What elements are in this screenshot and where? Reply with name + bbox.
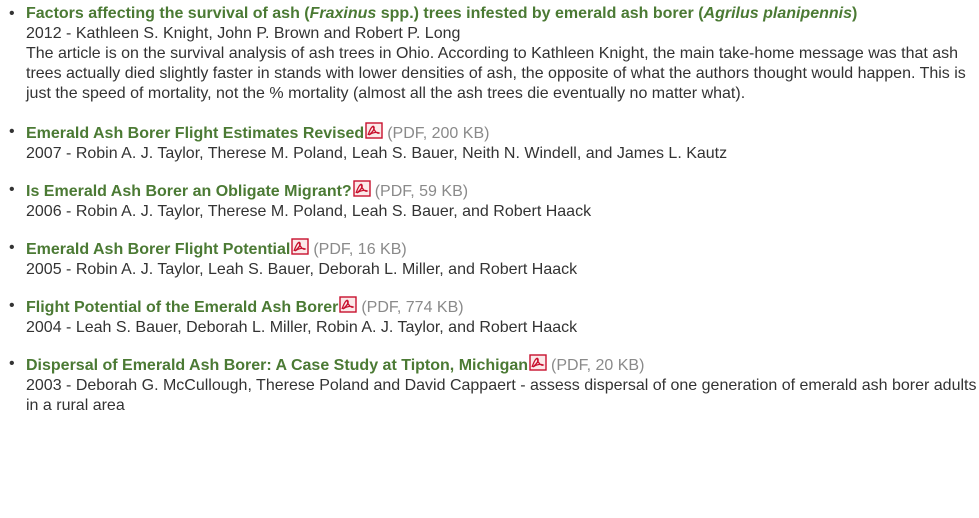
title-text: ) xyxy=(852,5,858,22)
title-italic-text: Agrilus planipennis xyxy=(703,5,852,22)
publication-title-link[interactable]: Emerald Ash Borer Flight Potential xyxy=(26,241,290,258)
pdf-icon[interactable] xyxy=(365,122,383,139)
title-text: spp.) trees infested by emerald ash bore… xyxy=(376,5,704,22)
title-italic-text: Fraxinus xyxy=(309,5,377,22)
publication-byline: 2007 - Robin A. J. Taylor, Therese M. Po… xyxy=(26,145,728,162)
bullet: • xyxy=(9,181,15,198)
publication-byline: 2003 - Deborah G. McCullough, Therese Po… xyxy=(26,377,977,414)
bullet: • xyxy=(9,297,15,314)
publication-list: • Factors affecting the survival of ash … xyxy=(0,4,979,416)
publication-title-link[interactable]: Is Emerald Ash Borer an Obligate Migrant… xyxy=(26,183,352,200)
list-item: • Dispersal of Emerald Ash Borer: A Case… xyxy=(9,354,979,416)
bullet: • xyxy=(9,123,15,140)
file-size-label: (PDF, 774 KB) xyxy=(361,299,464,316)
pdf-icon[interactable] xyxy=(529,354,547,371)
publication-description: The article is on the survival analysis … xyxy=(26,45,966,102)
publication-byline: 2004 - Leah S. Bauer, Deborah L. Miller,… xyxy=(26,319,578,336)
publication-title-row: Flight Potential of the Emerald Ash Bore… xyxy=(26,296,979,318)
publication-title-link[interactable]: Emerald Ash Borer Flight Estimates Revis… xyxy=(26,125,364,142)
list-item: • Emerald Ash Borer Flight Estimates Rev… xyxy=(9,122,979,164)
pdf-icon[interactable] xyxy=(353,180,371,197)
publication-byline: 2005 - Robin A. J. Taylor, Leah S. Bauer… xyxy=(26,261,578,278)
pdf-icon[interactable] xyxy=(291,238,310,255)
file-size-label: (PDF, 20 KB) xyxy=(551,357,645,374)
publication-byline: 2012 - Kathleen S. Knight, John P. Brown… xyxy=(26,25,461,42)
file-size-label: (PDF, 200 KB) xyxy=(387,125,490,142)
publication-title-link[interactable]: Dispersal of Emerald Ash Borer: A Case S… xyxy=(26,357,528,374)
publication-title-row: Dispersal of Emerald Ash Borer: A Case S… xyxy=(26,354,979,376)
list-item: • Is Emerald Ash Borer an Obligate Migra… xyxy=(9,180,979,222)
bullet: • xyxy=(9,5,15,22)
list-item: • Factors affecting the survival of ash … xyxy=(9,4,979,104)
pdf-icon[interactable] xyxy=(339,296,358,313)
bullet: • xyxy=(9,355,15,372)
publication-title-row: Emerald Ash Borer Flight Estimates Revis… xyxy=(26,122,979,144)
bullet: • xyxy=(9,239,15,256)
publication-title-row: Is Emerald Ash Borer an Obligate Migrant… xyxy=(26,180,979,202)
title-text: Factors affecting the survival of ash ( xyxy=(26,5,310,22)
file-size-label: (PDF, 59 KB) xyxy=(374,183,469,200)
publications-document: • Factors affecting the survival of ash … xyxy=(0,0,979,416)
publication-title-row: Emerald Ash Borer Flight Potential (PDF, … xyxy=(26,238,979,260)
list-item: • Emerald Ash Borer Flight Potential (PDF… xyxy=(9,238,979,280)
list-item: • Flight Potential of the Emerald Ash Bo… xyxy=(9,296,979,338)
publication-title-link[interactable]: Flight Potential of the Emerald Ash Bore… xyxy=(26,299,338,316)
publication-byline: 2006 - Robin A. J. Taylor, Therese M. Po… xyxy=(26,203,592,220)
file-size-label: (PDF, 16 KB) xyxy=(313,241,407,258)
publication-title-link[interactable]: Factors affecting the survival of ash (F… xyxy=(26,4,979,24)
